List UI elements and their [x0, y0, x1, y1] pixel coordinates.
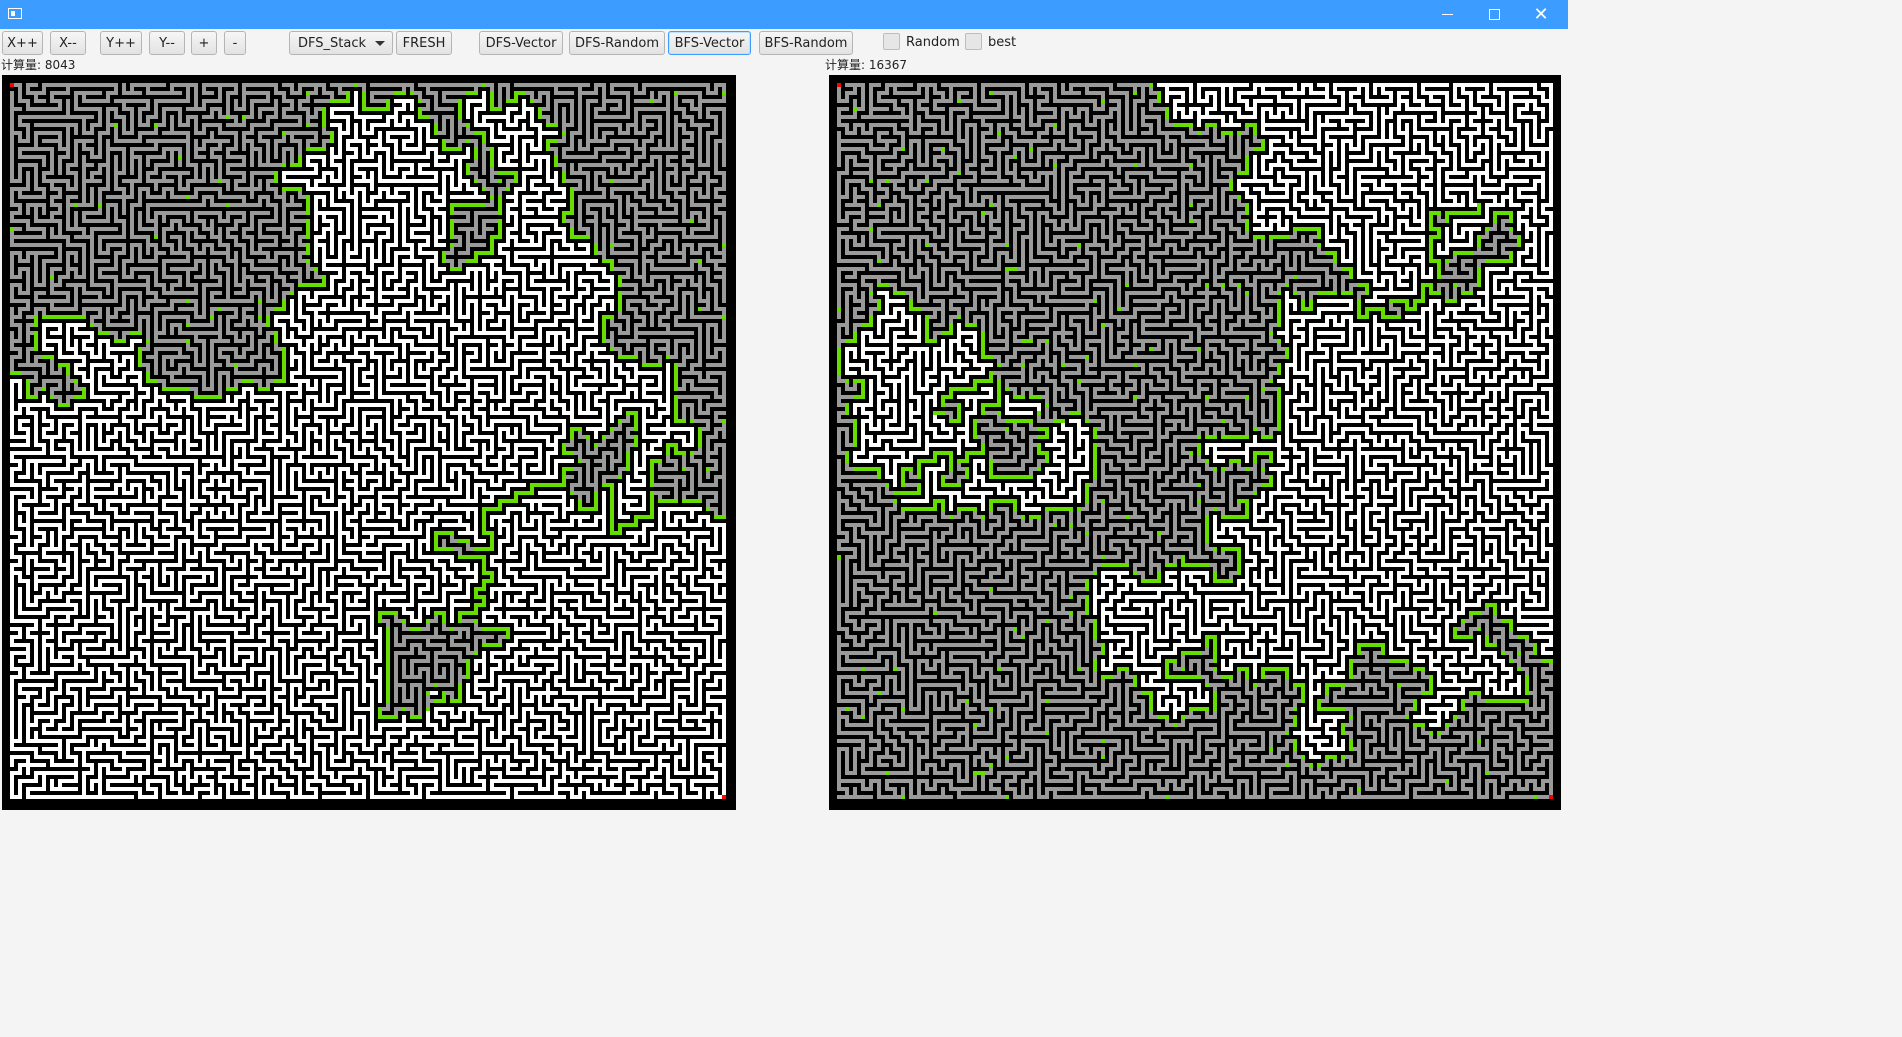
bfs-vector-button[interactable]: BFS-Vector	[668, 31, 751, 55]
algorithm-select-value: DFS_Stack	[298, 36, 366, 51]
x-decrease-button[interactable]: X--	[50, 31, 86, 55]
random-checkbox[interactable]	[883, 33, 900, 50]
y-decrease-button[interactable]: Y--	[149, 31, 185, 55]
close-icon: ✕	[1533, 5, 1548, 24]
x-increase-button[interactable]: X++	[2, 31, 43, 55]
y-increase-button[interactable]: Y++	[100, 31, 142, 55]
zoom-in-button[interactable]: +	[191, 31, 217, 55]
left-computation-count: 计算量: 8043	[1, 56, 75, 73]
dfs-random-button[interactable]: DFS-Random	[569, 31, 665, 55]
best-checkbox[interactable]	[965, 33, 982, 50]
left-maze	[2, 75, 736, 810]
dfs-vector-button[interactable]: DFS-Vector	[479, 31, 563, 55]
minimize-button[interactable]	[1424, 0, 1470, 29]
dropdown-arrow-icon	[375, 41, 385, 46]
fresh-button[interactable]: FRESH	[396, 31, 452, 55]
bfs-random-button[interactable]: BFS-Random	[759, 31, 853, 55]
close-button[interactable]: ✕	[1518, 0, 1564, 29]
zoom-out-button[interactable]: -	[224, 31, 246, 55]
best-checkbox-label: best	[988, 35, 1016, 50]
maximize-icon	[1488, 9, 1500, 20]
minimize-icon	[1441, 14, 1453, 15]
maximize-button[interactable]	[1471, 0, 1517, 29]
right-computation-count: 计算量: 16367	[825, 56, 907, 73]
random-checkbox-label: Random	[906, 35, 960, 50]
algorithm-select[interactable]: DFS_Stack	[289, 31, 393, 55]
right-maze-canvas	[835, 81, 1555, 801]
right-maze	[829, 75, 1561, 810]
left-maze-canvas	[8, 81, 728, 801]
app-icon	[8, 8, 22, 19]
title-bar: ✕	[0, 0, 1568, 29]
